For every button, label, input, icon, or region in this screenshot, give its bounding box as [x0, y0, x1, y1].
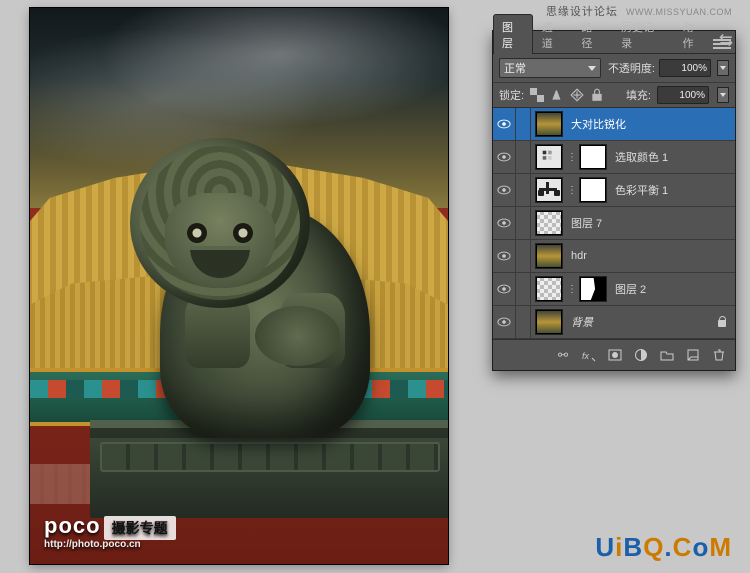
tab-paths[interactable]: 路径 — [572, 14, 612, 54]
lock-icon — [717, 316, 727, 328]
visibility-toggle[interactable] — [493, 108, 516, 140]
layer-lock-slot — [516, 141, 531, 173]
add-mask-button[interactable] — [605, 347, 625, 363]
layer-row[interactable]: ⋮ 色彩平衡 1 — [493, 174, 735, 207]
layers-footer: ⚯ fx — [493, 339, 735, 370]
layer-thumbnail[interactable] — [535, 309, 563, 335]
panel-collapse-button[interactable] — [719, 33, 733, 47]
layer-thumbnail[interactable] — [535, 276, 563, 302]
layer-name[interactable]: 色彩平衡 1 — [615, 182, 668, 198]
lion-eye-right — [233, 223, 253, 243]
visibility-toggle[interactable] — [493, 273, 516, 305]
layers-list: 大对比锐化 ⋮ 选取颜色 1 ⋮ 色彩平衡 1 — [493, 108, 735, 339]
brand-char: o — [692, 532, 709, 562]
brand-char: B — [623, 532, 643, 562]
layer-name[interactable]: 大对比锐化 — [571, 116, 626, 132]
new-group-button[interactable] — [657, 347, 677, 363]
site-brand: UiBQ.CoM — [595, 532, 732, 563]
lock-all-icon[interactable] — [590, 88, 604, 102]
link-layers-button[interactable]: ⚯ — [553, 347, 573, 363]
document-canvas[interactable]: poco 摄影专题 http://photo.poco.cn — [30, 8, 448, 564]
new-adjustment-button[interactable] — [631, 347, 651, 363]
tab-actions[interactable]: 动作 — [674, 14, 714, 54]
fill-label: 填充: — [626, 87, 651, 103]
layer-lock-slot — [516, 273, 531, 305]
poco-tag: 摄影专题 — [104, 516, 176, 540]
layer-row[interactable]: 背景 — [493, 306, 735, 339]
svg-text:fx: fx — [582, 351, 590, 361]
layer-mask-thumbnail[interactable] — [579, 177, 607, 203]
layer-style-button[interactable]: fx — [579, 347, 599, 363]
layer-thumbnail[interactable] — [535, 243, 563, 269]
layer-thumbnail[interactable] — [535, 111, 563, 137]
chevron-down-icon — [588, 66, 596, 71]
opacity-label: 不透明度: — [608, 60, 655, 76]
fill-value-field[interactable]: 100% — [657, 86, 709, 104]
lion-statue — [120, 128, 420, 518]
layer-lock-slot — [516, 207, 531, 239]
poco-logo-text: poco — [44, 513, 101, 538]
lock-pixels-icon[interactable] — [550, 88, 564, 102]
layer-name[interactable]: 背景 — [571, 314, 593, 330]
brand-char: M — [709, 532, 732, 562]
brand-char: . — [664, 532, 672, 562]
layer-mask-thumbnail[interactable] — [579, 276, 607, 302]
visibility-toggle[interactable] — [493, 306, 516, 338]
layer-name[interactable]: 图层 7 — [571, 215, 602, 231]
layer-lock-slot — [516, 174, 531, 206]
lock-label: 锁定: — [499, 87, 524, 103]
blend-opacity-row: 正常 不透明度: 100% — [493, 54, 735, 83]
layer-row[interactable]: hdr — [493, 240, 735, 273]
tab-channels[interactable]: 通道 — [533, 14, 573, 54]
layer-row[interactable]: ⋮ 图层 2 — [493, 273, 735, 306]
mask-link-icon[interactable]: ⋮ — [567, 185, 575, 196]
visibility-toggle[interactable] — [493, 240, 516, 272]
poco-url: http://photo.poco.cn — [44, 539, 176, 550]
brand-char: C — [673, 532, 693, 562]
visibility-toggle[interactable] — [493, 174, 516, 206]
layer-lock-slot — [516, 240, 531, 272]
layer-name[interactable]: hdr — [571, 250, 587, 262]
adjustment-thumbnail[interactable] — [535, 177, 563, 203]
adjustment-thumbnail[interactable] — [535, 144, 563, 170]
layer-row[interactable]: 大对比锐化 — [493, 108, 735, 141]
layer-mask-thumbnail[interactable] — [579, 144, 607, 170]
lion-face — [165, 193, 275, 288]
lion-eye-left — [187, 223, 207, 243]
blend-mode-value: 正常 — [504, 60, 526, 76]
fill-flyout-button[interactable] — [717, 87, 729, 103]
opacity-flyout-button[interactable] — [717, 60, 729, 76]
opacity-value-field[interactable]: 100% — [659, 59, 711, 77]
lock-fill-row: 锁定: 填充: 100% — [493, 83, 735, 108]
lock-position-icon[interactable] — [570, 88, 584, 102]
brand-char: U — [595, 532, 615, 562]
layer-row[interactable]: 图层 7 — [493, 207, 735, 240]
blend-mode-select[interactable]: 正常 — [499, 58, 601, 78]
layer-lock-slot — [516, 306, 531, 338]
panel-tabs: 图层 通道 路径 历史记录 动作 — [493, 31, 735, 54]
mask-link-icon[interactable]: ⋮ — [567, 284, 575, 295]
lion-mouth — [190, 246, 250, 278]
layers-panel: 图层 通道 路径 历史记录 动作 正常 不透明度: 100% 锁定: 填充: 1… — [492, 30, 736, 371]
brand-char: Q — [643, 532, 664, 562]
layer-thumbnail[interactable] — [535, 210, 563, 236]
layer-lock-slot — [516, 108, 531, 140]
tab-history[interactable]: 历史记录 — [612, 14, 673, 54]
new-layer-button[interactable] — [683, 347, 703, 363]
lock-transparency-icon[interactable] — [530, 88, 544, 102]
layer-name[interactable]: 图层 2 — [615, 281, 646, 297]
poco-watermark: poco 摄影专题 http://photo.poco.cn — [44, 513, 176, 550]
visibility-toggle[interactable] — [493, 141, 516, 173]
tab-layers[interactable]: 图层 — [493, 14, 533, 54]
lion-head — [130, 138, 310, 308]
layer-row[interactable]: ⋮ 选取颜色 1 — [493, 141, 735, 174]
mask-link-icon[interactable]: ⋮ — [567, 152, 575, 163]
lion-cub — [255, 306, 340, 366]
visibility-toggle[interactable] — [493, 207, 516, 239]
layer-name[interactable]: 选取颜色 1 — [615, 149, 668, 165]
delete-layer-button[interactable] — [709, 347, 729, 363]
